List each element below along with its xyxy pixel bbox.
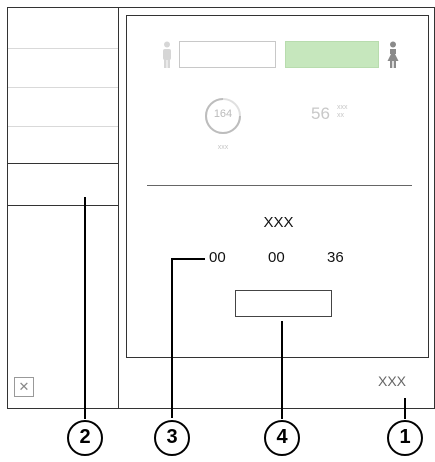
gauge-value: 164 xyxy=(213,108,233,120)
female-input-field[interactable] xyxy=(285,41,379,68)
panel-divider xyxy=(147,185,412,186)
callout-2: 2 xyxy=(67,420,103,456)
list-row-divider xyxy=(8,126,118,127)
male-input-field[interactable] xyxy=(179,41,276,68)
list-row-divider xyxy=(8,87,118,88)
callout-4: 4 xyxy=(264,420,300,456)
close-button[interactable]: ✕ xyxy=(14,377,34,397)
time-value-2: 00 xyxy=(268,249,285,266)
callout-line-3 xyxy=(171,258,173,418)
callout-line-4 xyxy=(281,321,283,419)
callout-line-3-horizontal xyxy=(171,258,205,260)
gauge-label: xxx xyxy=(217,144,229,151)
time-value-1: 00 xyxy=(209,249,226,266)
measurement-value: 56 xyxy=(311,104,330,123)
callout-line-1 xyxy=(404,398,406,419)
measurement-unit-top: xxx xyxy=(337,104,348,111)
callout-1: 1 xyxy=(387,420,423,456)
close-icon: ✕ xyxy=(18,379,30,394)
measurement-unit-bottom: xx xyxy=(337,112,344,119)
male-person-icon xyxy=(163,41,171,68)
callout-line-2 xyxy=(84,197,86,419)
list-row-divider xyxy=(8,48,118,49)
female-person-icon xyxy=(387,41,399,68)
left-list-panel xyxy=(7,7,119,164)
timer-label: XXX xyxy=(263,214,294,231)
callout-3: 3 xyxy=(154,420,190,456)
action-field[interactable] xyxy=(235,290,332,317)
footer-label: XXX xyxy=(378,373,407,389)
time-value-3: 36 xyxy=(327,249,344,266)
